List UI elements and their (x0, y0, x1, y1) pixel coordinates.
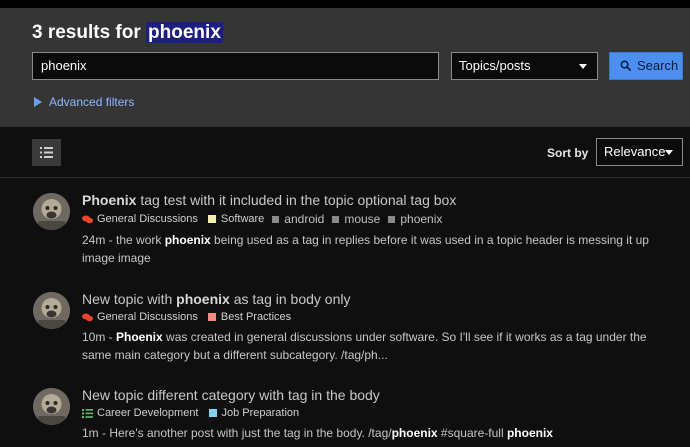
comments-icon (82, 215, 93, 224)
advanced-filters-label: Advanced filters (49, 95, 135, 109)
blurb-text: - the work (105, 233, 165, 247)
search-header: 3 results for phoenix phoenix Topics/pos… (0, 8, 690, 127)
comments-icon (82, 313, 93, 322)
list-icon (40, 147, 53, 158)
page-title: 3 results for phoenix (32, 22, 223, 44)
scope-select[interactable]: Topics/posts (451, 52, 598, 80)
search-input[interactable]: phoenix (32, 52, 439, 80)
result-title-link[interactable]: Phoenix tag test with it included in the… (82, 192, 456, 208)
result-blurb: 1m - Here's another post with just the t… (82, 424, 672, 442)
result-title-highlight: Phoenix (82, 192, 137, 208)
category-link[interactable]: General Discussions (97, 213, 198, 225)
chevron-down-icon (665, 150, 673, 155)
avatar[interactable] (33, 292, 70, 329)
category-color-square (207, 215, 216, 223)
result-meta: Career Development Job Preparation (82, 407, 299, 419)
sort-by-label: Sort by (547, 146, 589, 160)
result-title-link[interactable]: New topic different category with tag in… (82, 387, 380, 403)
tag-link[interactable]: phoenix (400, 212, 442, 226)
chevron-down-icon (579, 64, 587, 69)
blurb-text: - (105, 330, 117, 344)
tag-link[interactable]: mouse (344, 212, 380, 226)
title-query: phoenix (146, 22, 223, 43)
sort-select-value: Relevance (604, 144, 666, 159)
advanced-filters-toggle[interactable]: Advanced filters (34, 95, 134, 109)
scope-select-value: Topics/posts (459, 58, 531, 73)
subcategory-link[interactable]: Software (221, 213, 264, 225)
category-color-square (208, 409, 217, 417)
blurb-highlight: phoenix (391, 426, 438, 440)
search-button[interactable]: Search (609, 52, 683, 80)
subcategory-link[interactable]: Job Preparation (222, 407, 300, 419)
blurb-text: #square-full (437, 426, 507, 440)
result-title-highlight: phoenix (176, 291, 230, 307)
title-prefix: 3 results for (32, 22, 147, 43)
blurb-highlight: phoenix (506, 426, 553, 440)
category-link[interactable]: General Discussions (97, 311, 198, 323)
result-title-text: New topic with (82, 291, 177, 307)
result-meta: General Discussions Best Practices (82, 311, 291, 323)
tag-icon (332, 215, 340, 223)
sort-select[interactable]: Relevance (596, 138, 683, 166)
triangle-right-icon (34, 97, 42, 107)
tag-link[interactable]: android (284, 212, 324, 226)
result-title-text: as tag in body only (229, 291, 351, 307)
category-color-square (207, 313, 216, 321)
results-toolbar: Sort by Relevance (0, 127, 690, 178)
subcategory-link[interactable]: Best Practices (221, 311, 291, 323)
blurb-text: was created in general discussions under… (82, 330, 647, 362)
result-blurb: 24m - the work phoenix being used as a t… (82, 231, 672, 267)
result-blurb: 10m - Phoenix was created in general dis… (82, 328, 672, 364)
search-button-label: Search (637, 58, 679, 73)
list-check-icon (82, 408, 93, 418)
result-title-text: tag test with it included in the topic o… (136, 192, 457, 208)
result-time: 10m (82, 330, 106, 344)
blurb-highlight: Phoenix (116, 330, 163, 344)
result-meta: General Discussions Software android mou… (82, 212, 442, 226)
result-time: 1m (82, 426, 99, 440)
search-icon (620, 60, 631, 71)
list-view-button[interactable] (32, 139, 61, 166)
avatar[interactable] (33, 388, 70, 425)
result-time: 24m (82, 233, 106, 247)
avatar[interactable] (33, 193, 70, 230)
result-title-link[interactable]: New topic with phoenix as tag in body on… (82, 291, 350, 307)
tag-icon (272, 215, 280, 223)
top-bar (0, 0, 690, 8)
category-link[interactable]: Career Development (97, 407, 199, 419)
blurb-highlight: phoenix (164, 233, 211, 247)
tag-icon (388, 215, 396, 223)
blurb-text: - Here's another post with just the tag … (98, 426, 392, 440)
